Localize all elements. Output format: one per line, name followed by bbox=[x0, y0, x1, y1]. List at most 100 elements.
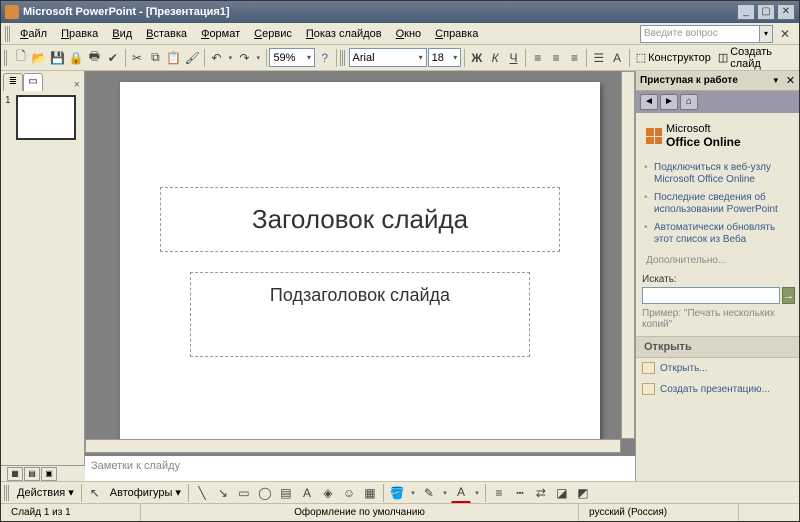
search-go-button[interactable]: → bbox=[782, 287, 795, 304]
paste-icon[interactable]: 📋 bbox=[165, 48, 182, 68]
slideshow-view-button[interactable]: ▣ bbox=[41, 467, 57, 481]
menu-file[interactable]: Файл bbox=[13, 26, 54, 42]
underline-icon[interactable]: Ч bbox=[505, 48, 522, 68]
redo-icon[interactable]: ↷ bbox=[236, 48, 253, 68]
taskpane-header: Приступая к работе ▼ ✕ bbox=[636, 71, 799, 91]
menu-slideshow[interactable]: Показ слайдов bbox=[299, 26, 389, 42]
textbox-icon[interactable]: ▤ bbox=[276, 483, 296, 503]
forward-icon[interactable]: ► bbox=[660, 94, 678, 110]
line-style-icon[interactable]: ≡ bbox=[489, 483, 509, 503]
linecolor-dropdown[interactable]: ▾ bbox=[440, 483, 450, 503]
tp-link-update[interactable]: Автоматически обновлять этот список из В… bbox=[642, 219, 793, 249]
sorter-view-button[interactable]: ▤ bbox=[24, 467, 40, 481]
picture-icon[interactable]: ▦ bbox=[360, 483, 380, 503]
tp-more-link[interactable]: Дополнительно... bbox=[642, 255, 793, 266]
new-icon[interactable]: 🗋 bbox=[12, 48, 29, 68]
thumbnail-1[interactable]: 1 bbox=[5, 95, 80, 140]
minimize-button[interactable]: _ bbox=[737, 4, 755, 20]
status-language[interactable]: русский (Россия) bbox=[579, 504, 739, 521]
increase-font-icon[interactable]: A bbox=[608, 48, 625, 68]
search-input[interactable] bbox=[642, 287, 780, 304]
horizontal-scrollbar[interactable] bbox=[85, 439, 621, 453]
vertical-scrollbar[interactable] bbox=[621, 71, 635, 439]
dash-style-icon[interactable]: ┅ bbox=[510, 483, 530, 503]
taskpane-close-icon[interactable]: ✕ bbox=[786, 74, 795, 87]
format-painter-icon[interactable]: 🖌 bbox=[184, 48, 201, 68]
menu-help[interactable]: Справка bbox=[428, 26, 485, 42]
actions-menu[interactable]: Действия ▾ bbox=[13, 486, 78, 499]
shadow-icon[interactable]: ◪ bbox=[552, 483, 572, 503]
save-icon[interactable]: 💾 bbox=[49, 48, 66, 68]
open-icon[interactable]: 📂 bbox=[31, 48, 48, 68]
menu-window[interactable]: Окно bbox=[389, 26, 429, 42]
slides-tab[interactable]: ▭ bbox=[23, 73, 43, 91]
office-online-logo: MicrosoftOffice Online bbox=[646, 123, 793, 149]
help-icon[interactable]: ? bbox=[316, 48, 333, 68]
fontcolor-dropdown[interactable]: ▾ bbox=[472, 483, 482, 503]
menu-edit[interactable]: Правка bbox=[54, 26, 105, 42]
menu-view[interactable]: Вид bbox=[105, 26, 139, 42]
menu-format[interactable]: Формат bbox=[194, 26, 247, 42]
line-color-icon[interactable]: ✎ bbox=[419, 483, 439, 503]
clipart-icon[interactable]: ☺ bbox=[339, 483, 359, 503]
tp-link-connect[interactable]: Подключиться к веб-узлу Microsoft Office… bbox=[642, 159, 793, 189]
align-left-icon[interactable]: ≡ bbox=[529, 48, 546, 68]
new-slide-button[interactable]: ◫Создать слайд bbox=[715, 46, 796, 70]
rectangle-icon[interactable]: ▭ bbox=[234, 483, 254, 503]
title-placeholder[interactable]: Заголовок слайда bbox=[160, 187, 560, 252]
diagram-icon[interactable]: ◈ bbox=[318, 483, 338, 503]
print-icon[interactable]: 🖶 bbox=[86, 48, 103, 68]
copy-icon[interactable]: ⧉ bbox=[147, 48, 164, 68]
open-file-link[interactable]: Открыть... bbox=[642, 358, 793, 379]
cut-icon[interactable]: ✂ bbox=[128, 48, 145, 68]
zoom-combo[interactable]: 59%▾ bbox=[269, 48, 315, 67]
redo-dropdown[interactable]: ▾ bbox=[254, 48, 263, 68]
help-search-input[interactable]: Введите вопрос bbox=[640, 25, 760, 43]
designer-button[interactable]: ⬚Конструктор bbox=[633, 51, 714, 64]
create-presentation-link[interactable]: Создать презентацию... bbox=[642, 379, 793, 400]
undo-icon[interactable]: ↶ bbox=[208, 48, 225, 68]
spellcheck-icon[interactable]: ✔ bbox=[104, 48, 121, 68]
3d-icon[interactable]: ◩ bbox=[573, 483, 593, 503]
back-icon[interactable]: ◄ bbox=[640, 94, 658, 110]
subtitle-placeholder[interactable]: Подзаголовок слайда bbox=[190, 272, 530, 357]
normal-view-button[interactable]: ▦ bbox=[7, 467, 23, 481]
tp-link-news[interactable]: Последние сведения об использовании Powe… bbox=[642, 189, 793, 219]
taskpane-menu-icon[interactable]: ▼ bbox=[772, 76, 780, 85]
align-right-icon[interactable]: ≡ bbox=[566, 48, 583, 68]
fill-dropdown[interactable]: ▾ bbox=[408, 483, 418, 503]
fontsize-combo[interactable]: 18▾ bbox=[428, 48, 462, 67]
taskpane-nav: ◄ ► ⌂ bbox=[636, 91, 799, 113]
italic-icon[interactable]: К bbox=[486, 48, 503, 68]
bullets-icon[interactable]: ☰ bbox=[590, 48, 607, 68]
separator bbox=[125, 49, 126, 67]
help-search-dropdown[interactable]: ▾ bbox=[759, 25, 773, 43]
notes-pane[interactable]: Заметки к слайду bbox=[85, 453, 635, 481]
outline-tab[interactable]: ≣ bbox=[3, 73, 23, 91]
oval-icon[interactable]: ◯ bbox=[255, 483, 275, 503]
autoshapes-menu[interactable]: Автофигуры ▾ bbox=[106, 486, 185, 499]
permission-icon[interactable]: 🔒 bbox=[67, 48, 84, 68]
menu-tools[interactable]: Сервис bbox=[247, 26, 299, 42]
pane-close-icon[interactable]: × bbox=[70, 79, 84, 91]
line-icon[interactable]: ╲ bbox=[192, 483, 212, 503]
maximize-button[interactable]: ▢ bbox=[757, 4, 775, 20]
undo-dropdown[interactable]: ▾ bbox=[226, 48, 235, 68]
home-icon[interactable]: ⌂ bbox=[680, 94, 698, 110]
font-combo[interactable]: Arial▾ bbox=[349, 48, 427, 67]
arrow-style-icon[interactable]: ⇄ bbox=[531, 483, 551, 503]
select-icon[interactable]: ↖ bbox=[85, 483, 105, 503]
doc-close-button[interactable]: ✕ bbox=[775, 24, 795, 44]
app-window: Microsoft PowerPoint - [Презентация1] _ … bbox=[0, 0, 800, 522]
menu-insert[interactable]: Вставка bbox=[139, 26, 194, 42]
arrow-icon[interactable]: ↘ bbox=[213, 483, 233, 503]
font-color-icon[interactable]: A bbox=[451, 483, 471, 503]
fill-color-icon[interactable]: 🪣 bbox=[387, 483, 407, 503]
close-button[interactable]: ✕ bbox=[777, 4, 795, 20]
slide[interactable]: Заголовок слайда Подзаголовок слайда bbox=[120, 82, 600, 442]
separator bbox=[336, 49, 337, 67]
align-center-icon[interactable]: ≡ bbox=[547, 48, 564, 68]
bold-icon[interactable]: Ж bbox=[468, 48, 485, 68]
slide-canvas[interactable]: Заголовок слайда Подзаголовок слайда bbox=[85, 71, 635, 453]
wordart-icon[interactable]: A bbox=[297, 483, 317, 503]
